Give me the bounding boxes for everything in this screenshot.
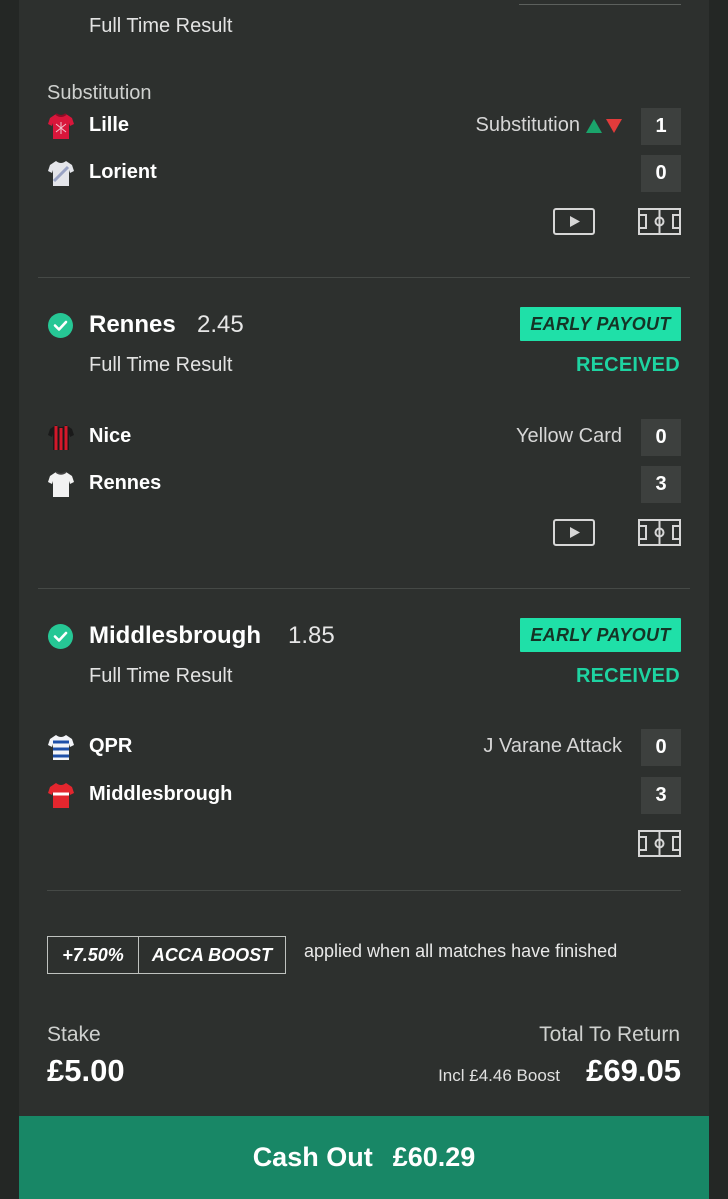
- market-name: Full Time Result: [89, 665, 233, 687]
- divider: [47, 890, 681, 891]
- score-away: 3: [641, 466, 681, 503]
- cash-out-label: Cash Out: [252, 1142, 373, 1172]
- return-value: £69.05: [586, 1053, 681, 1088]
- selection-title: Rennes: [89, 311, 176, 338]
- market-name: Full Time Result: [89, 354, 233, 376]
- score-home: 1: [641, 108, 681, 145]
- check-icon: [48, 313, 73, 338]
- play-video-icon[interactable]: [553, 208, 595, 235]
- payout-status: RECEIVED: [576, 665, 680, 687]
- early-payout-badge: EARLY PAYOUT: [520, 618, 681, 652]
- live-event-text: Substitution: [475, 114, 580, 136]
- shirt-icon: [48, 783, 74, 808]
- divider: [38, 277, 690, 278]
- boost-included-note: Incl £4.46 Boost: [438, 1066, 560, 1085]
- team-name-home: Lille: [89, 114, 130, 136]
- play-video-icon[interactable]: [553, 519, 595, 546]
- early-payout-badge: EARLY PAYOUT: [520, 307, 681, 341]
- stake-value: £5.00: [47, 1053, 125, 1088]
- shirt-icon: [48, 425, 74, 450]
- payout-status: RECEIVED: [576, 354, 680, 376]
- team-name-home: Nice: [89, 425, 132, 447]
- selection-title: Middlesbrough: [89, 622, 261, 649]
- score-home: 0: [641, 729, 681, 766]
- team-name-away: Lorient: [89, 161, 157, 183]
- acca-boost-tag: +7.50% ACCA BOOST: [47, 936, 286, 974]
- pitch-icon[interactable]: [638, 830, 681, 857]
- shirt-icon: [48, 161, 74, 186]
- boost-note: applied when all matches have finished: [304, 941, 618, 961]
- score-away: 0: [641, 155, 681, 192]
- pitch-icon[interactable]: [638, 519, 681, 546]
- down-arrow-icon: [606, 119, 622, 133]
- market-name: Full Time Result: [89, 15, 233, 37]
- boost-percent: +7.50%: [48, 937, 139, 973]
- shirt-icon: [48, 113, 74, 139]
- divider: [38, 588, 690, 589]
- team-name-away: Rennes: [89, 472, 162, 494]
- return-label: Total To Return: [539, 1023, 680, 1046]
- pitch-icon[interactable]: [638, 208, 681, 235]
- selection-odds: 2.45: [197, 311, 244, 338]
- top-divider: [519, 0, 681, 5]
- cash-out-amount: £60.29: [392, 1142, 476, 1172]
- boost-label: ACCA BOOST: [151, 945, 273, 965]
- live-event-text: Yellow Card: [516, 425, 622, 447]
- stake-label: Stake: [47, 1023, 101, 1046]
- up-arrow-icon: [586, 119, 602, 133]
- score-away: 3: [641, 777, 681, 814]
- team-name-home: QPR: [89, 735, 133, 757]
- team-name-away: Middlesbrough: [89, 783, 233, 805]
- shirt-icon: [48, 471, 74, 497]
- section-label: Substitution: [47, 82, 152, 104]
- check-icon: [48, 624, 73, 649]
- shirt-icon: [48, 735, 74, 760]
- score-home: 0: [641, 419, 681, 456]
- live-event-text: J Varane Attack: [483, 735, 622, 757]
- selection-odds: 1.85: [288, 622, 335, 649]
- cash-out-button[interactable]: Cash Out £60.29: [19, 1116, 709, 1199]
